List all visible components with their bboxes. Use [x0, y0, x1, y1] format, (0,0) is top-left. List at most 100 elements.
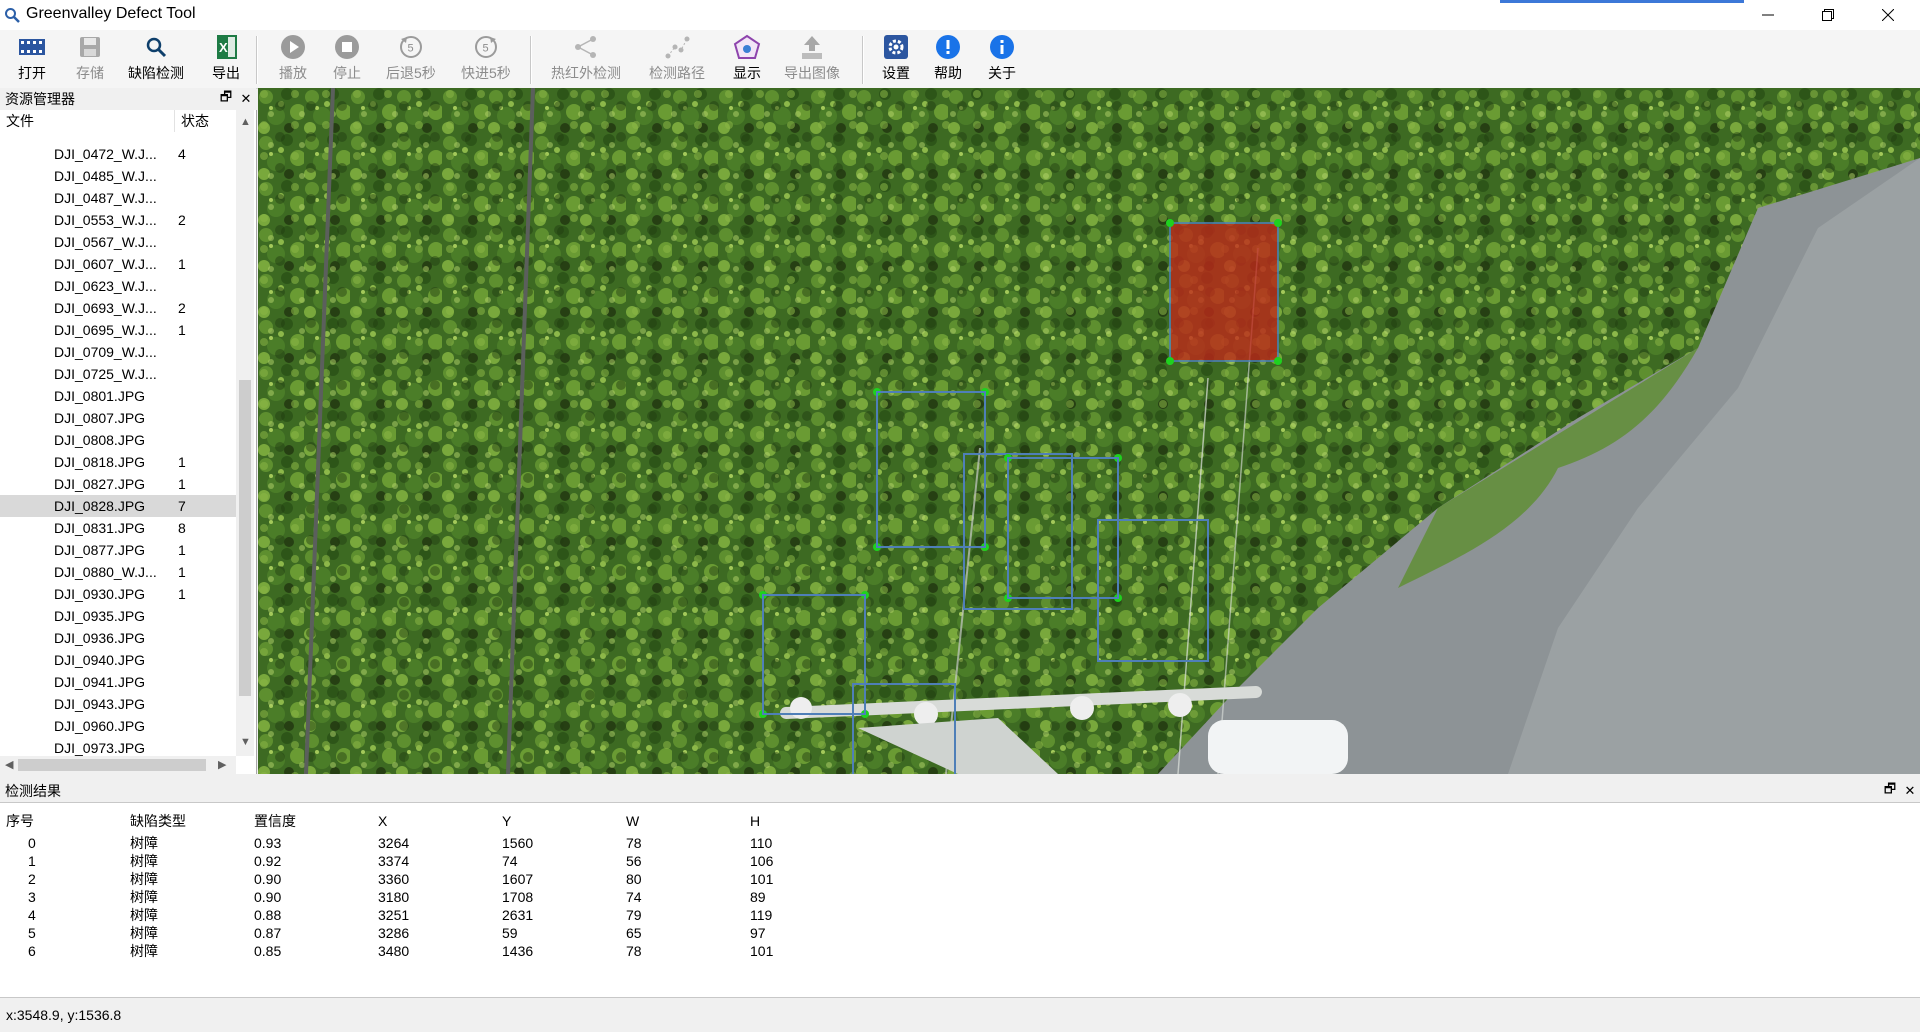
svg-text:5: 5: [407, 43, 413, 55]
file-row[interactable]: DJI_0877.JPG 1: [0, 539, 236, 561]
file-name: DJI_0818.JPG: [54, 454, 146, 470]
column-header[interactable]: 序号: [6, 810, 34, 832]
file-row[interactable]: DJI_0936.JPG: [0, 627, 236, 649]
file-row[interactable]: DJI_0960.JPG: [0, 715, 236, 737]
stop-button[interactable]: 停止: [333, 33, 361, 85]
save-button[interactable]: 存储: [76, 33, 104, 85]
pentagon-eye-icon: [733, 34, 761, 59]
file-row[interactable]: DJI_0693_W.J... 2: [0, 297, 236, 319]
float-icon[interactable]: 🗗: [1880, 780, 1900, 802]
file-row[interactable]: DJI_0935.JPG: [0, 605, 236, 627]
gear-icon: [884, 35, 908, 59]
results-header-row: 序号 缺陷类型 置信度 X Y W H: [0, 810, 900, 832]
defect-detect-button[interactable]: 缺陷检测: [128, 33, 184, 85]
file-row[interactable]: DJI_0472_W.J... 4: [0, 143, 236, 165]
column-header[interactable]: 置信度: [254, 810, 296, 832]
result-cell: 0.85: [254, 943, 282, 959]
file-status: 4: [178, 146, 186, 162]
close-icon[interactable]: ✕: [1900, 783, 1920, 799]
forward-5s-button[interactable]: 5 快进5秒: [461, 33, 511, 85]
help-button[interactable]: 帮助: [934, 33, 962, 85]
file-name: DJI_0485_W.J...: [54, 168, 157, 184]
file-row[interactable]: DJI_0553_W.J... 2: [0, 209, 236, 231]
about-button[interactable]: 关于: [988, 33, 1016, 85]
play-button[interactable]: 播放: [279, 33, 307, 85]
toolbar-separator: [530, 36, 532, 84]
float-icon[interactable]: 🗗: [216, 88, 236, 110]
file-row[interactable]: DJI_0930.JPG 1: [0, 583, 236, 605]
scroll-left-icon[interactable]: ◀: [5, 758, 13, 771]
file-row[interactable]: DJI_0880_W.J... 1: [0, 561, 236, 583]
column-file[interactable]: 文件: [0, 110, 175, 132]
column-header[interactable]: H: [750, 810, 760, 832]
close-button[interactable]: [1860, 0, 1916, 30]
result-cell: 78: [626, 943, 642, 959]
column-header[interactable]: X: [378, 810, 387, 832]
file-name: DJI_0808.JPG: [54, 432, 146, 448]
rewind-5s-button[interactable]: 5 后退5秒: [386, 33, 436, 85]
scroll-up-icon[interactable]: ▲: [240, 116, 251, 128]
file-row[interactable]: DJI_0709_W.J...: [0, 341, 236, 363]
file-status: 1: [178, 586, 186, 602]
file-name: DJI_0807.JPG: [54, 410, 146, 426]
toolbar: 打开 存储 缺陷检测 X 导出 播放 停止 5 后退5秒 5 快进5秒 热红外检…: [0, 30, 1920, 89]
file-status: 1: [178, 476, 186, 492]
file-row[interactable]: DJI_0725_W.J...: [0, 363, 236, 385]
settings-button[interactable]: 设置: [882, 33, 910, 85]
magnifier-app-icon: [5, 8, 20, 23]
file-row[interactable]: DJI_0941.JPG: [0, 671, 236, 693]
stop-icon: [335, 35, 359, 59]
detect-path-button[interactable]: 检测路径: [649, 33, 705, 85]
file-row[interactable]: DJI_0808.JPG: [0, 429, 236, 451]
file-row[interactable]: DJI_0940.JPG: [0, 649, 236, 671]
excel-icon: X: [217, 35, 237, 59]
file-name: DJI_0695_W.J...: [54, 322, 157, 338]
open-button[interactable]: 打开: [18, 33, 46, 85]
file-row[interactable]: DJI_0943.JPG: [0, 693, 236, 715]
export-button[interactable]: X 导出: [212, 33, 240, 85]
file-status: 8: [178, 520, 186, 536]
file-status: 1: [178, 542, 186, 558]
scroll-thumb[interactable]: [18, 759, 206, 771]
file-row[interactable]: DJI_0485_W.J...: [0, 165, 236, 187]
search-icon: [146, 37, 167, 58]
file-status: 2: [178, 300, 186, 316]
minimize-button[interactable]: [1740, 0, 1796, 30]
restore-button[interactable]: [1800, 0, 1856, 30]
file-row[interactable]: DJI_0695_W.J... 1: [0, 319, 236, 341]
file-row[interactable]: DJI_0487_W.J...: [0, 187, 236, 209]
result-cell: 1436: [502, 943, 534, 959]
column-status[interactable]: 状态: [175, 110, 209, 132]
file-row[interactable]: DJI_0831.JPG 8: [0, 517, 236, 539]
display-button[interactable]: 显示: [733, 33, 761, 85]
file-row[interactable]: DJI_0801.JPG: [0, 385, 236, 407]
image-viewer[interactable]: [258, 88, 1920, 774]
file-row[interactable]: DJI_0807.JPG: [0, 407, 236, 429]
infrared-detect-button[interactable]: 热红外检测: [551, 33, 621, 85]
rewind-icon: 5: [399, 36, 422, 58]
file-row[interactable]: DJI_0623_W.J...: [0, 275, 236, 297]
horizontal-scrollbar[interactable]: ◀ ▶: [0, 756, 236, 774]
column-header[interactable]: 缺陷类型: [130, 810, 186, 832]
scroll-down-icon[interactable]: ▼: [240, 736, 251, 748]
focus-strip: [1500, 0, 1744, 3]
file-row[interactable]: DJI_0818.JPG 1: [0, 451, 236, 473]
scroll-right-icon[interactable]: ▶: [218, 758, 226, 771]
close-icon[interactable]: ✕: [236, 91, 256, 107]
result-cell: 101: [750, 943, 774, 959]
file-row[interactable]: DJI_0567_W.J...: [0, 231, 236, 253]
file-row[interactable]: DJI_0828.JPG 7: [0, 495, 236, 517]
file-row[interactable]: DJI_0827.JPG 1: [0, 473, 236, 495]
scroll-thumb[interactable]: [239, 380, 251, 696]
export-image-button[interactable]: 导出图像: [784, 33, 840, 85]
file-name: DJI_0828.JPG: [54, 498, 146, 514]
column-header[interactable]: W: [626, 810, 639, 832]
file-name: DJI_0725_W.J...: [54, 366, 157, 382]
result-row[interactable]: 6 树障 0.85 3480 1436 78 101: [0, 940, 900, 962]
file-row[interactable]: DJI_0607_W.J... 1: [0, 253, 236, 275]
toolbar-separator: [862, 36, 864, 84]
vertical-scrollbar[interactable]: ▲ ▼: [236, 110, 254, 756]
aerial-photo: [258, 88, 1920, 774]
file-name: DJI_0553_W.J...: [54, 212, 157, 228]
column-header[interactable]: Y: [502, 810, 511, 832]
